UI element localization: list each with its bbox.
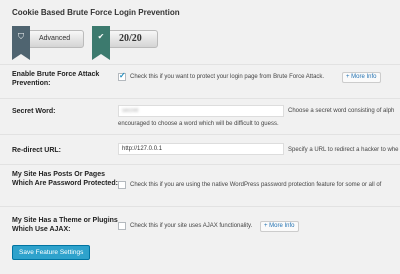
redirect-url-value: http://127.0.0.1 — [122, 146, 163, 152]
score-ribbon: ✔ — [92, 26, 110, 60]
ajax-checkbox[interactable] — [118, 222, 126, 230]
redirect-url-input[interactable]: http://127.0.0.1 — [118, 143, 284, 155]
lock-icon: ✔ — [97, 32, 105, 41]
secret-word-description-2: encouraged to choose a word which will b… — [118, 121, 279, 127]
ajax-label: My Site Has a Theme or Plugins Which Use… — [12, 217, 118, 233]
secret-word-input[interactable]: secret — [118, 105, 284, 117]
ajax-description: Check this if your site uses AJAX functi… — [130, 223, 253, 229]
password-protected-label: My Site Has Posts Or Pages Which Are Pas… — [12, 171, 118, 187]
enable-label: Enable Brute Force Attack Prevention: — [12, 71, 100, 87]
shield-icon: ⛉ — [18, 32, 24, 41]
ajax-more-info-button[interactable]: + More Info — [260, 221, 299, 232]
enable-more-info-button[interactable]: + More Info — [342, 72, 381, 83]
score-label: 20/20 — [119, 33, 142, 44]
password-protected-checkbox[interactable] — [118, 181, 126, 189]
divider — [0, 206, 400, 207]
advanced-ribbon: ⛉ — [12, 26, 30, 60]
divider — [0, 164, 400, 165]
divider — [0, 98, 400, 99]
section-title: Cookie Based Brute Force Login Preventio… — [12, 8, 180, 17]
divider — [0, 134, 400, 135]
divider — [0, 64, 400, 65]
password-protected-description: Check this if you are using the native W… — [130, 182, 382, 188]
secret-word-value: secret — [122, 108, 139, 114]
redirect-url-label: Re-direct URL: — [12, 147, 62, 154]
secret-word-description: Choose a secret word consisting of alph — [288, 108, 395, 114]
advanced-label: Advanced — [39, 35, 71, 42]
secret-word-label: Secret Word: — [12, 108, 56, 115]
redirect-url-description: Specify a URL to redirect a hacker to wh… — [288, 147, 399, 153]
save-feature-settings-button[interactable]: Save Feature Settings — [12, 245, 91, 260]
enable-checkbox[interactable] — [118, 71, 126, 81]
enable-description: Check this if you want to protect your l… — [130, 74, 325, 80]
